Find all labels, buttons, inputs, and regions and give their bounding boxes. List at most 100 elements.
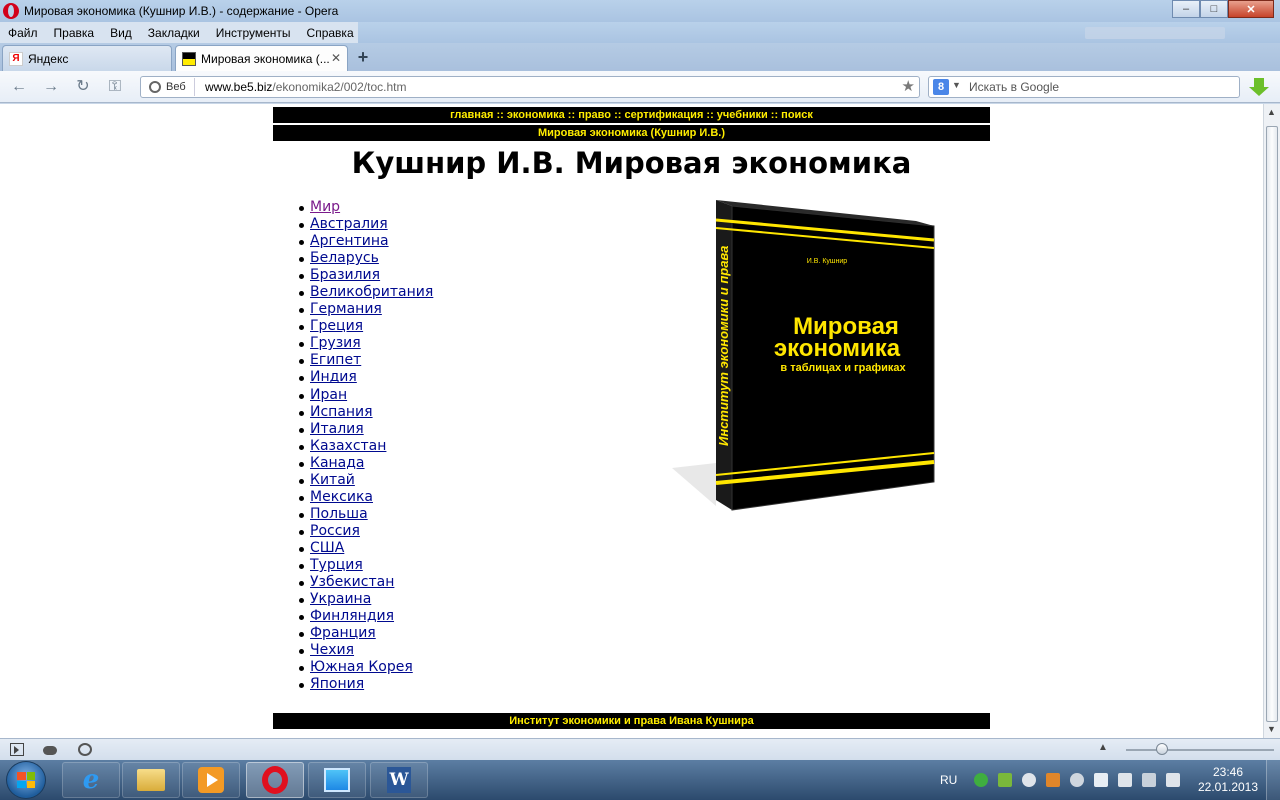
country-list-item: Австралия: [291, 216, 433, 233]
address-bar[interactable]: Веб www.be5.biz/ekonomika2/002/toc.htm ★: [140, 76, 920, 98]
system-clock[interactable]: 23:46 22.01.2013: [1196, 765, 1260, 795]
country-list-item: Великобритания: [291, 284, 433, 301]
zoom-slider[interactable]: [1126, 749, 1274, 751]
taskbar-media-player[interactable]: [182, 762, 240, 798]
tab-active-page[interactable]: Мировая экономика (... ✕: [175, 45, 348, 71]
country-link[interactable]: Япония: [310, 676, 364, 692]
bookmark-star-icon[interactable]: ★: [902, 77, 915, 95]
action-center-flag-icon[interactable]: [1094, 773, 1109, 787]
country-link[interactable]: Бразилия: [310, 267, 380, 283]
top-navigation-links[interactable]: главная :: экономика :: право :: сертифи…: [273, 107, 990, 123]
menu-bar: Файл Правка Вид Закладки Инструменты Спр…: [0, 22, 358, 43]
menu-tools[interactable]: Инструменты: [216, 26, 291, 40]
tray-agent-icon[interactable]: [1070, 773, 1085, 787]
maximize-button[interactable]: □: [1200, 0, 1228, 18]
engine-dropdown-icon[interactable]: ▼: [952, 80, 961, 90]
yandex-favicon-icon: Я: [9, 51, 23, 66]
google-engine-icon[interactable]: 8: [933, 79, 949, 95]
new-tab-button[interactable]: +: [353, 47, 373, 67]
country-link[interactable]: Германия: [310, 301, 382, 317]
section-subheader[interactable]: Мировая экономика (Кушнир И.В.): [273, 125, 990, 141]
taskbar-word[interactable]: W: [370, 762, 428, 798]
book-author-text: И.В. Кушнир: [807, 258, 848, 265]
country-list-item: Индия: [291, 369, 433, 386]
menu-help[interactable]: Справка: [307, 26, 354, 40]
country-link[interactable]: Россия: [310, 523, 360, 539]
download-arrow-icon[interactable]: [1249, 77, 1269, 97]
network-signal-icon[interactable]: [1142, 773, 1157, 787]
country-link[interactable]: США: [310, 540, 344, 556]
country-link[interactable]: Польша: [310, 506, 368, 522]
reload-icon[interactable]: ↻: [72, 77, 94, 97]
tab-close-icon[interactable]: ✕: [331, 51, 341, 65]
country-link[interactable]: Финляндия: [310, 608, 394, 624]
window-title: Мировая экономика (Кушнир И.В.) - содерж…: [24, 4, 339, 18]
language-indicator[interactable]: RU: [940, 773, 957, 787]
windows-logo-icon: [17, 772, 35, 788]
taskbar-explorer[interactable]: [122, 762, 180, 798]
country-link[interactable]: Беларусь: [310, 250, 379, 266]
menu-view[interactable]: Вид: [110, 26, 132, 40]
country-link[interactable]: Турция: [310, 557, 363, 573]
zoom-slider-knob[interactable]: [1156, 743, 1168, 755]
country-list-item: Польша: [291, 506, 433, 523]
speaker-icon[interactable]: [1166, 773, 1181, 787]
be5-favicon-icon: [182, 51, 196, 66]
footer-banner[interactable]: Институт экономики и права Ивана Кушнира: [273, 713, 990, 729]
scrollbar-thumb[interactable]: [1266, 126, 1278, 722]
country-link[interactable]: Аргентина: [310, 233, 389, 249]
country-link[interactable]: Египет: [310, 352, 361, 368]
country-link[interactable]: Китай: [310, 472, 355, 488]
country-link[interactable]: Украина: [310, 591, 371, 607]
search-field[interactable]: 8 ▼ Искать в Google: [928, 76, 1240, 98]
country-link[interactable]: Казахстан: [310, 438, 386, 454]
opera-logo-icon[interactable]: [3, 3, 19, 19]
taskbar-paint[interactable]: [308, 762, 366, 798]
tray-volume-warning-icon[interactable]: [1046, 773, 1061, 787]
back-arrow-icon[interactable]: ←: [8, 77, 30, 97]
scroll-up-icon[interactable]: ▲: [1267, 107, 1276, 117]
url-text[interactable]: www.be5.biz/ekonomika2/002/toc.htm: [205, 80, 406, 94]
panel-toggle-icon[interactable]: [10, 743, 24, 756]
page-viewport: главная :: экономика :: право :: сертифи…: [0, 104, 1263, 738]
country-link[interactable]: Испания: [310, 404, 373, 420]
scroll-down-icon[interactable]: ▼: [1267, 724, 1276, 734]
key-icon[interactable]: ⚿: [104, 77, 126, 97]
tab-yandex[interactable]: Я Яндекс: [2, 45, 172, 71]
show-desktop-button[interactable]: [1266, 760, 1280, 800]
country-link[interactable]: Чехия: [310, 642, 354, 658]
tray-network-app-icon[interactable]: [1022, 773, 1037, 787]
country-list-item: Франция: [291, 625, 433, 642]
tray-power-icon[interactable]: [1118, 773, 1133, 787]
taskbar-internet-explorer[interactable]: e: [62, 762, 120, 798]
country-link[interactable]: Италия: [310, 421, 364, 437]
tray-antivirus-icon[interactable]: [998, 773, 1013, 787]
country-link[interactable]: Индия: [310, 369, 357, 385]
menu-bookmarks[interactable]: Закладки: [148, 26, 200, 40]
taskbar-opera[interactable]: [246, 762, 304, 798]
menu-edit[interactable]: Правка: [54, 26, 95, 40]
vertical-scrollbar[interactable]: ▲ ▼: [1263, 104, 1280, 738]
site-info-button[interactable]: Веб: [143, 78, 195, 96]
country-link[interactable]: Австралия: [310, 216, 388, 232]
country-link[interactable]: Грузия: [310, 335, 361, 351]
book-subtitle: в таблицах и графиках: [780, 362, 906, 374]
country-link[interactable]: Узбекистан: [310, 574, 394, 590]
zoom-menu-icon[interactable]: ▲: [1098, 742, 1108, 753]
country-link[interactable]: Мир: [310, 199, 340, 215]
country-link[interactable]: Греция: [310, 318, 363, 334]
country-link[interactable]: Канада: [310, 455, 365, 471]
country-link[interactable]: Южная Корея: [310, 659, 413, 675]
close-button[interactable]: ✕: [1228, 0, 1274, 18]
tray-app-icon[interactable]: [974, 773, 989, 787]
country-link[interactable]: Мексика: [310, 489, 373, 505]
country-link[interactable]: Франция: [310, 625, 376, 641]
country-link[interactable]: Великобритания: [310, 284, 433, 300]
opera-unite-cloud-icon[interactable]: [43, 746, 57, 755]
minimize-button[interactable]: –: [1172, 0, 1200, 18]
country-list-item: Украина: [291, 591, 433, 608]
country-link[interactable]: Иран: [310, 387, 347, 403]
menu-file[interactable]: Файл: [8, 26, 38, 40]
forward-arrow-icon[interactable]: →: [40, 77, 62, 97]
turbo-speedometer-icon[interactable]: [78, 743, 92, 756]
